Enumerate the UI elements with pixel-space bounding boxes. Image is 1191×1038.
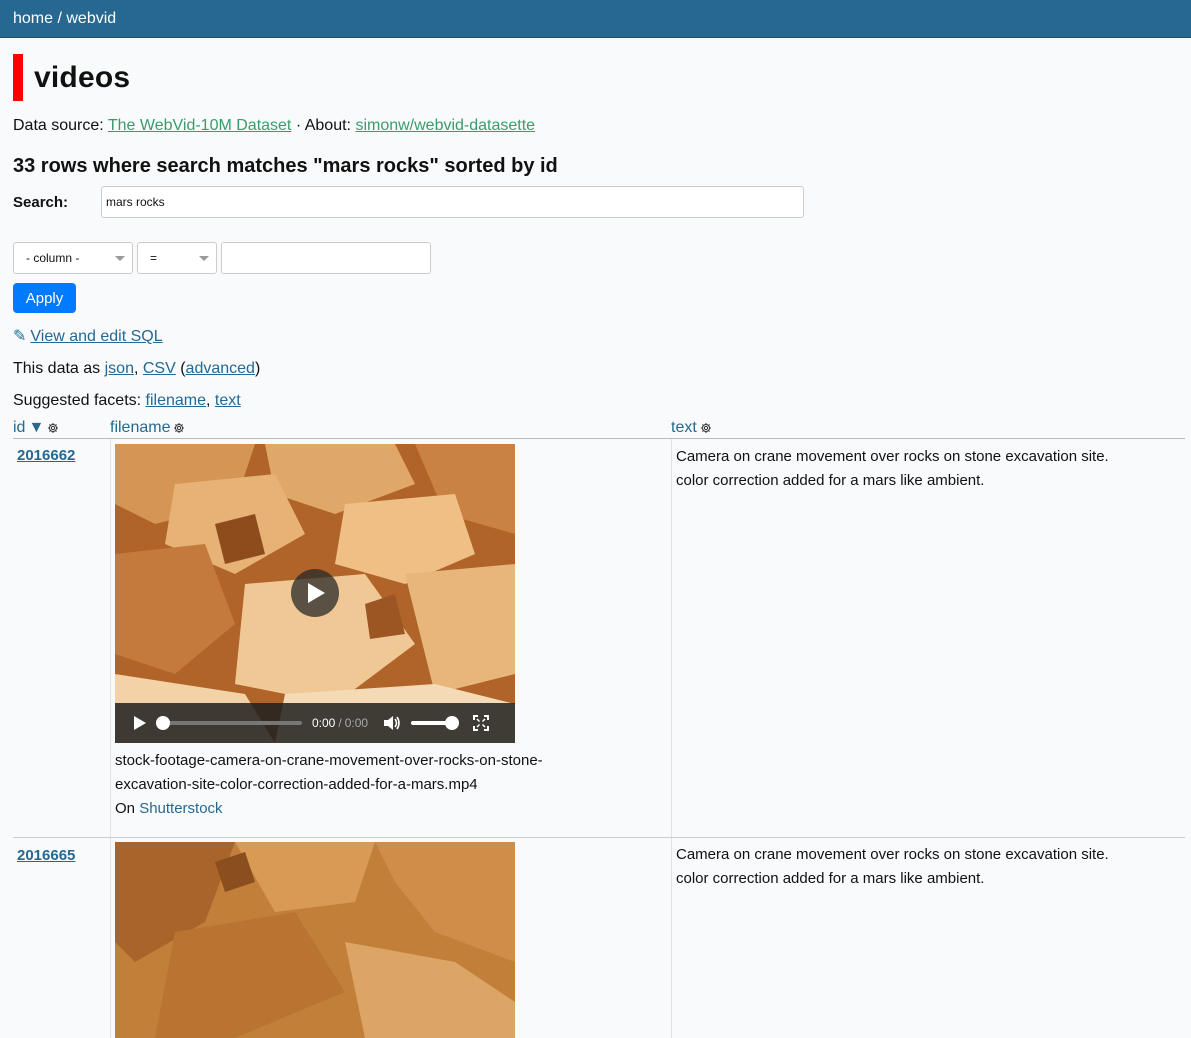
about-label: About: (304, 117, 351, 134)
page-title: videos (34, 60, 131, 94)
text-line: color correction added for a mars like a… (676, 870, 985, 887)
filter-value-input[interactable] (221, 242, 431, 274)
operator-select[interactable]: = (137, 242, 217, 274)
column-divider (110, 838, 111, 1038)
page-header: videos (13, 54, 1191, 101)
export-json-link[interactable]: json (105, 360, 134, 377)
play-icon[interactable] (132, 715, 148, 731)
text-line: Camera on crane movement over rocks on s… (676, 846, 1109, 863)
text-line: Camera on crane movement over rocks on s… (676, 448, 1109, 465)
view-edit-sql-link[interactable]: View and edit SQL (30, 328, 162, 345)
chevron-down-icon (199, 256, 209, 261)
data-source-label: Data source: (13, 117, 104, 134)
sort-desc-icon: ▼ (28, 419, 45, 436)
title-color-bar (13, 54, 23, 101)
text-cell: Camera on crane movement over rocks on s… (676, 445, 1166, 493)
text-line: color correction added for a mars like a… (676, 472, 985, 489)
video-player[interactable]: 0:00 / 0:00 (115, 444, 515, 743)
export-row: This data as json, CSV (advanced) (13, 360, 261, 377)
progress-handle[interactable] (156, 716, 170, 730)
column-text-label: text (671, 419, 697, 436)
column-filename-label: filename (110, 419, 171, 436)
pencil-icon: ✎ (13, 328, 27, 345)
top-nav-bar: home / webvid (0, 0, 1191, 38)
video-thumbnail (115, 444, 515, 743)
column-header-id[interactable]: id ▼ (13, 419, 59, 437)
table-row: 2016662 0:00 / 0:00 stock-footage-camera… (13, 439, 1185, 838)
column-divider (671, 838, 672, 1038)
column-id-label: id (13, 419, 26, 436)
shutterstock-link[interactable]: Shutterstock (139, 800, 222, 817)
gear-icon[interactable] (47, 422, 59, 434)
filename-line: stock-footage-camera-on-crane-movement-o… (115, 752, 543, 769)
facet-filename-link[interactable]: filename (146, 392, 206, 409)
table-header: id ▼ filename text (13, 419, 1185, 439)
source-line: On Shutterstock (115, 797, 635, 821)
facets-row: Suggested facets: filename, text (13, 392, 241, 409)
source-separator: · (295, 117, 302, 134)
video-controls: 0:00 / 0:00 (115, 703, 515, 743)
chevron-down-icon (115, 256, 125, 261)
row-id-link[interactable]: 2016665 (17, 847, 75, 864)
column-divider (110, 439, 111, 837)
time-current: 0:00 (312, 716, 336, 730)
table-row: 2016665 Camera on crane movement over ro… (13, 838, 1185, 1038)
search-input[interactable] (101, 186, 804, 218)
on-label: On (115, 800, 136, 817)
volume-handle[interactable] (445, 716, 460, 730)
column-divider (671, 439, 672, 837)
filename-line: excavation-site-color-correction-added-f… (115, 776, 478, 793)
fullscreen-icon[interactable] (473, 715, 490, 731)
video-thumbnail (115, 842, 515, 1038)
facet-text-link[interactable]: text (215, 392, 241, 409)
rows-summary: 33 rows where search matches "mars rocks… (13, 155, 558, 177)
filename-cell: stock-footage-camera-on-crane-movement-o… (115, 749, 635, 821)
search-row: Search: (13, 186, 1191, 218)
time-total: 0:00 (344, 716, 369, 730)
column-header-text[interactable]: text (671, 419, 712, 437)
export-prefix: This data as (13, 360, 101, 377)
gear-icon[interactable] (700, 422, 712, 434)
column-select[interactable]: - column - (13, 242, 133, 274)
column-header-filename[interactable]: filename (110, 419, 185, 437)
volume-icon[interactable] (383, 715, 401, 731)
filter-row: - column - = (13, 242, 1191, 274)
search-label: Search: (13, 193, 69, 211)
sql-link-row: ✎ View and edit SQL (13, 326, 1191, 346)
source-info: Data source: The WebVid-10M Dataset · Ab… (13, 117, 1191, 135)
export-advanced-link[interactable]: advanced (186, 360, 255, 377)
about-link[interactable]: simonw/webvid-datasette (355, 117, 535, 134)
data-source-link[interactable]: The WebVid-10M Dataset (108, 117, 292, 134)
operator-select-value: = (150, 251, 158, 265)
main-content: videos Data source: The WebVid-10M Datas… (0, 54, 1191, 1038)
row-id-link[interactable]: 2016662 (17, 447, 75, 464)
column-select-value: - column - (26, 251, 80, 265)
breadcrumb[interactable]: home / webvid (13, 10, 116, 28)
export-csv-link[interactable]: CSV (143, 360, 176, 377)
time-separator: / (338, 716, 342, 730)
apply-button[interactable]: Apply (13, 283, 76, 313)
progress-bar[interactable] (156, 716, 302, 730)
volume-slider[interactable] (411, 716, 460, 730)
gear-icon[interactable] (173, 422, 185, 434)
video-player[interactable] (115, 842, 515, 1038)
facets-prefix: Suggested facets: (13, 392, 142, 409)
text-cell: Camera on crane movement over rocks on s… (676, 843, 1166, 891)
